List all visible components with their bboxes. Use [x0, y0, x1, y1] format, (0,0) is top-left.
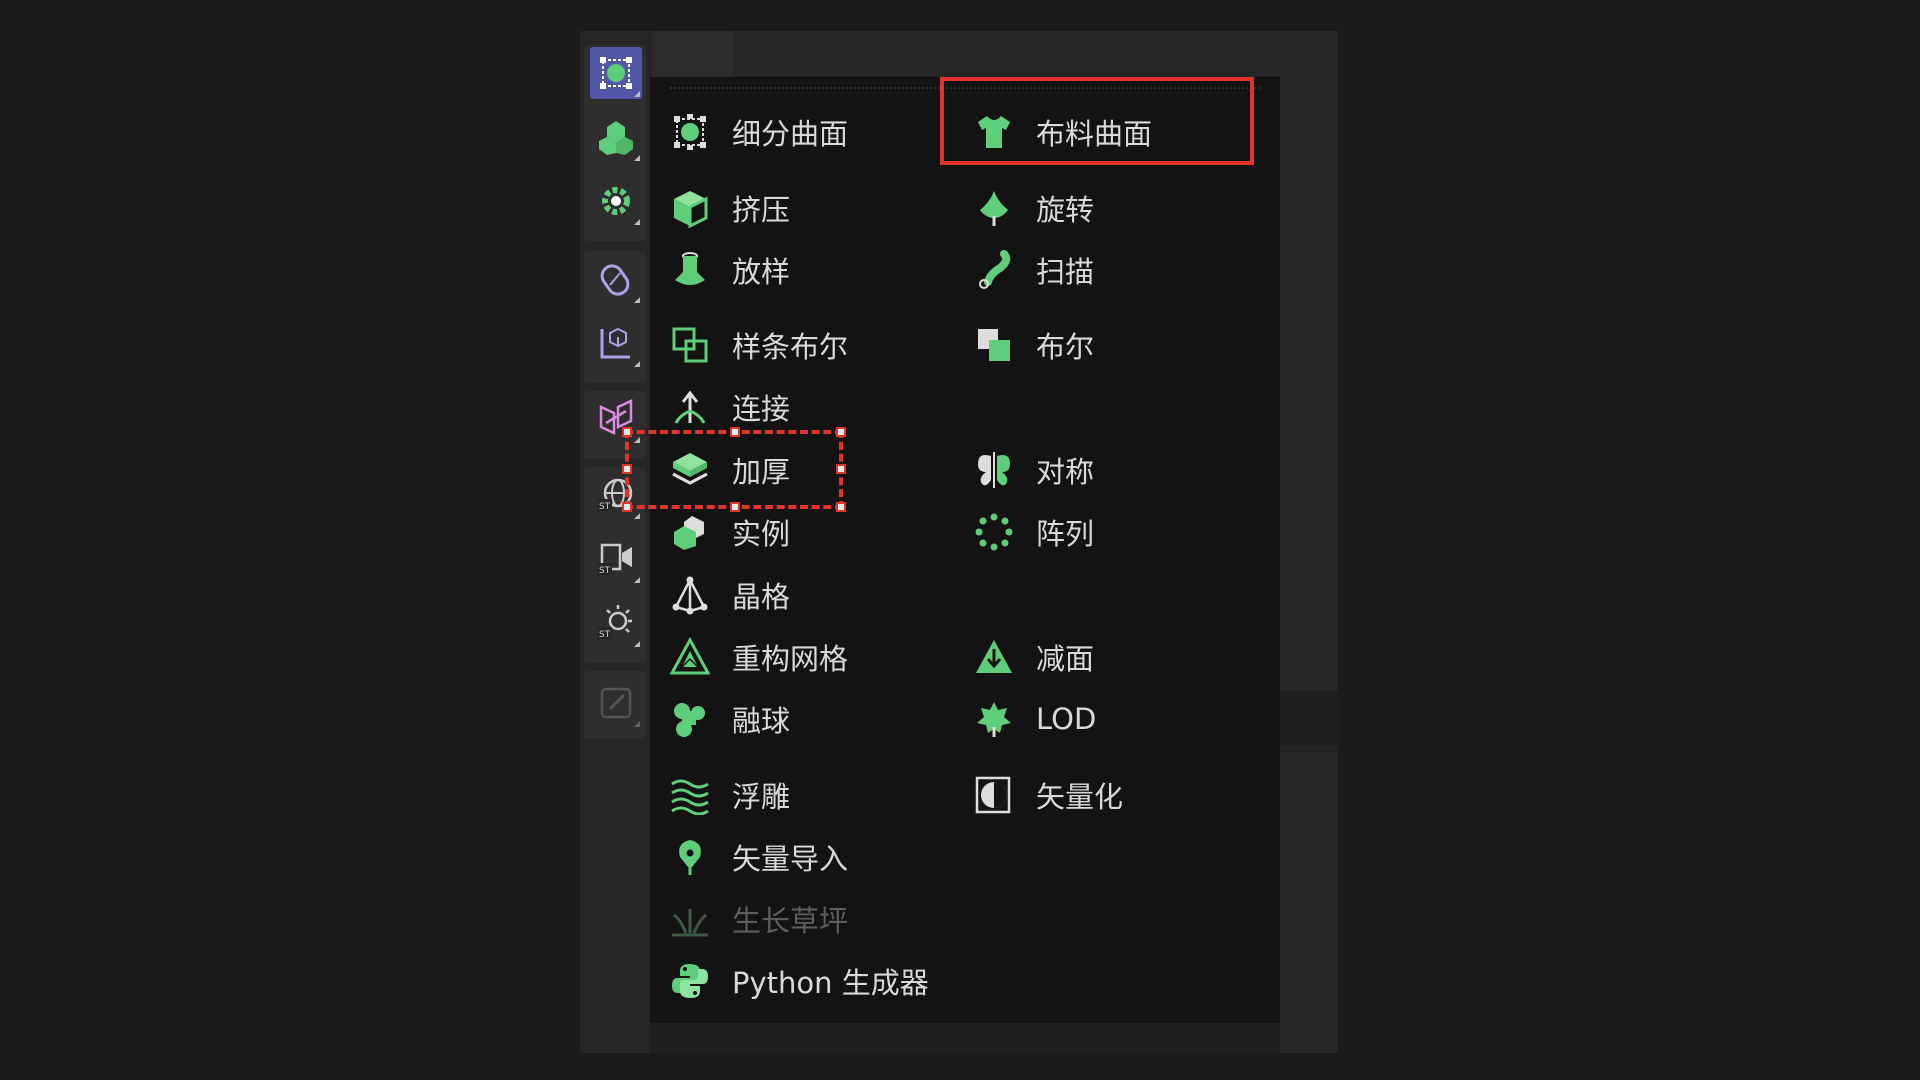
- menu-item-label: 矢量化: [1036, 780, 1124, 814]
- menu-item-extrude[interactable]: 挤压: [668, 184, 790, 232]
- metaball-icon: [674, 703, 705, 737]
- menu-item-metaball[interactable]: 融球: [668, 695, 790, 743]
- toolbar-group-tags: [584, 671, 646, 739]
- remesh-icon: [670, 637, 710, 675]
- atom-array-icon: [672, 576, 708, 615]
- menu-item-atom-array[interactable]: 晶格: [668, 571, 790, 619]
- menu-item-polygon-reduction[interactable]: 减面: [972, 633, 1094, 681]
- highlight-thicken-box: [622, 427, 846, 512]
- coordinate-icon: [600, 327, 630, 359]
- python-icon: [672, 964, 708, 998]
- menu-item-label: Python 生成器: [732, 966, 929, 1000]
- menu-item-label: 旋转: [1036, 193, 1095, 227]
- menu-item-label: 融球: [732, 704, 791, 738]
- instance-icon: [674, 516, 704, 550]
- menu-item-label: 晶格: [732, 580, 791, 614]
- light-icon: ST: [598, 605, 632, 640]
- svg-text:ST: ST: [599, 502, 611, 512]
- vectorizer-icon: [975, 776, 1011, 814]
- menu-item-vector-import[interactable]: 矢量导入: [668, 833, 848, 881]
- vector-import-icon: [679, 840, 701, 875]
- menu-item-python-generator[interactable]: Python 生成器: [668, 957, 929, 1005]
- menu-item-label: 阵列: [1036, 517, 1095, 551]
- relief-icon: [671, 779, 709, 815]
- menu-item-instance[interactable]: 实例: [668, 508, 790, 556]
- cloner-icon: [599, 121, 633, 155]
- menu-item-lod[interactable]: LOD: [972, 695, 1096, 743]
- toolbar-group-splines: [584, 251, 646, 383]
- side-panel-strip: [1280, 691, 1338, 746]
- spline-boole-icon: [672, 327, 708, 363]
- cloner-tool-button[interactable]: [590, 111, 642, 163]
- menu-item-array[interactable]: 阵列: [972, 508, 1094, 556]
- menu-item-label: 重构网格: [732, 642, 849, 676]
- menu-item-boole[interactable]: 布尔: [972, 321, 1094, 369]
- menu-item-loft[interactable]: 放样: [668, 246, 790, 294]
- menu-item-label: 对称: [1036, 455, 1095, 489]
- menu-item-label: 矢量导入: [732, 842, 849, 876]
- menu-item-label: 扫描: [1036, 255, 1095, 289]
- array-icon: [975, 513, 1013, 551]
- menu-item-label: 实例: [732, 517, 791, 551]
- subdivision-surface-icon: [674, 114, 706, 150]
- menu-item-label: 浮雕: [732, 780, 791, 814]
- camera-tool-button[interactable]: ST: [590, 533, 642, 585]
- svg-text:ST: ST: [599, 630, 611, 640]
- menu-item-label: 生长草坪: [732, 904, 849, 938]
- spline-pen-icon: [600, 264, 630, 296]
- lod-icon: [977, 702, 1011, 737]
- menu-item-relief[interactable]: 浮雕: [668, 771, 790, 819]
- extrude-icon: [674, 191, 708, 228]
- menu-item-subdivision-surface[interactable]: 细分曲面: [668, 108, 848, 156]
- menu-bottom-strip: [650, 1023, 1280, 1053]
- symmetry-icon: [978, 452, 1010, 488]
- menu-item-symmetry[interactable]: 对称: [972, 446, 1094, 494]
- lathe-icon: [980, 191, 1008, 226]
- coordinate-tool-button[interactable]: [590, 317, 642, 369]
- menu-item-sweep[interactable]: 扫描: [972, 246, 1094, 294]
- polygon-reduction-icon: [976, 640, 1012, 673]
- menu-item-label: 减面: [1036, 642, 1095, 676]
- sweep-icon: [979, 250, 1011, 289]
- edit-tag-icon: [600, 687, 632, 719]
- camera-icon: ST: [598, 543, 632, 576]
- menu-item-vectorizer[interactable]: 矢量化: [972, 771, 1123, 819]
- menu-item-spline-boole[interactable]: 样条布尔: [668, 321, 848, 369]
- highlight-cloth-surface-box: [940, 77, 1254, 165]
- menu-item-remesh[interactable]: 重构网格: [668, 633, 848, 681]
- menu-item-connect[interactable]: 连接: [668, 383, 790, 431]
- menu-item-grass: 生长草坪: [668, 895, 848, 943]
- connect-icon: [674, 390, 706, 424]
- left-toolbar: ST ST ST: [580, 31, 652, 1053]
- menu-item-label: 细分曲面: [732, 117, 849, 151]
- subdivision-surface-tool-button[interactable]: [590, 47, 642, 99]
- menu-item-lathe[interactable]: 旋转: [972, 184, 1094, 232]
- menu-item-label: 挤压: [732, 193, 791, 227]
- toolbar-group-generators: [584, 45, 646, 241]
- edit-tag-tool-button[interactable]: [590, 677, 642, 729]
- menu-item-label: LOD: [1036, 702, 1097, 736]
- deformer-tool-button[interactable]: [590, 175, 642, 227]
- spline-tool-button[interactable]: [590, 253, 642, 305]
- boole-icon: [978, 329, 1010, 361]
- menu-item-label: 样条布尔: [732, 330, 849, 364]
- loft-icon: [675, 252, 705, 285]
- top-tab-segment: [652, 31, 733, 77]
- svg-text:ST: ST: [599, 566, 611, 576]
- menu-item-label: 连接: [732, 392, 791, 426]
- menu-item-label: 布尔: [1036, 330, 1095, 364]
- grass-icon: [672, 909, 708, 937]
- light-tool-button[interactable]: ST: [590, 597, 642, 649]
- menu-item-label: 放样: [732, 255, 791, 289]
- subdivision-surface-icon: [600, 57, 632, 89]
- gear-deformer-icon: [602, 187, 630, 215]
